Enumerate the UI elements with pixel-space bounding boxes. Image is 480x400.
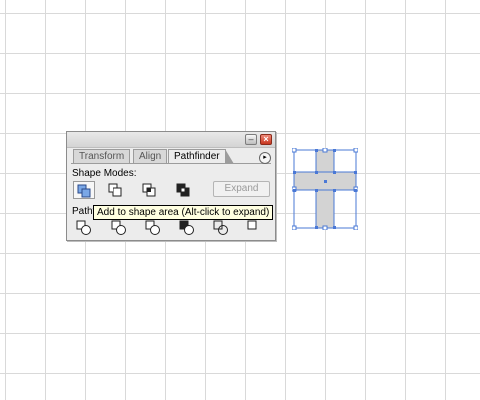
tab-pathfinder[interactable]: Pathfinder — [168, 149, 234, 164]
crop-icon — [179, 220, 194, 235]
trim-icon — [111, 220, 126, 235]
tooltip: Add to shape area (Alt-click to expand) — [93, 205, 274, 220]
tab-divider — [71, 163, 271, 164]
tab-transform[interactable]: Transform — [73, 149, 131, 163]
divide-button[interactable] — [75, 219, 95, 237]
intersect-shape-areas-icon — [142, 183, 156, 197]
shape-modes-label: Shape Modes: — [72, 168, 137, 179]
expand-button[interactable]: Expand — [213, 181, 270, 197]
merge-button[interactable] — [143, 219, 163, 237]
minus-back-icon — [247, 220, 257, 230]
add-to-shape-area-icon — [77, 184, 91, 198]
outline-button[interactable] — [211, 219, 231, 237]
close-button[interactable]: × — [260, 134, 272, 145]
merge-icon — [145, 220, 160, 235]
crop-button[interactable] — [177, 219, 197, 237]
minus-back-button[interactable] — [245, 219, 265, 237]
add-to-shape-area-button[interactable] — [73, 181, 95, 199]
pathfinder-panel: – × Transform Align Pathfinder ▸ Shape M… — [66, 131, 276, 241]
cross-shape-icon — [291, 147, 359, 231]
selected-shape[interactable] — [291, 147, 359, 231]
exclude-overlapping-shape-areas-icon — [176, 183, 190, 197]
intersect-shape-areas-button[interactable] — [139, 181, 161, 199]
panel-tabs: Transform Align Pathfinder — [71, 149, 271, 164]
panel-titlebar[interactable]: – × — [67, 132, 275, 148]
minimize-button[interactable]: – — [245, 134, 257, 145]
panel-menu-button[interactable]: ▸ — [259, 152, 271, 164]
outline-icon — [213, 220, 228, 235]
tab-align[interactable]: Align — [133, 149, 168, 163]
subtract-from-shape-area-button[interactable] — [105, 181, 127, 199]
subtract-from-shape-area-icon — [108, 183, 122, 197]
trim-button[interactable] — [109, 219, 129, 237]
divide-icon — [76, 220, 91, 235]
exclude-overlapping-shape-areas-button[interactable] — [173, 181, 195, 199]
